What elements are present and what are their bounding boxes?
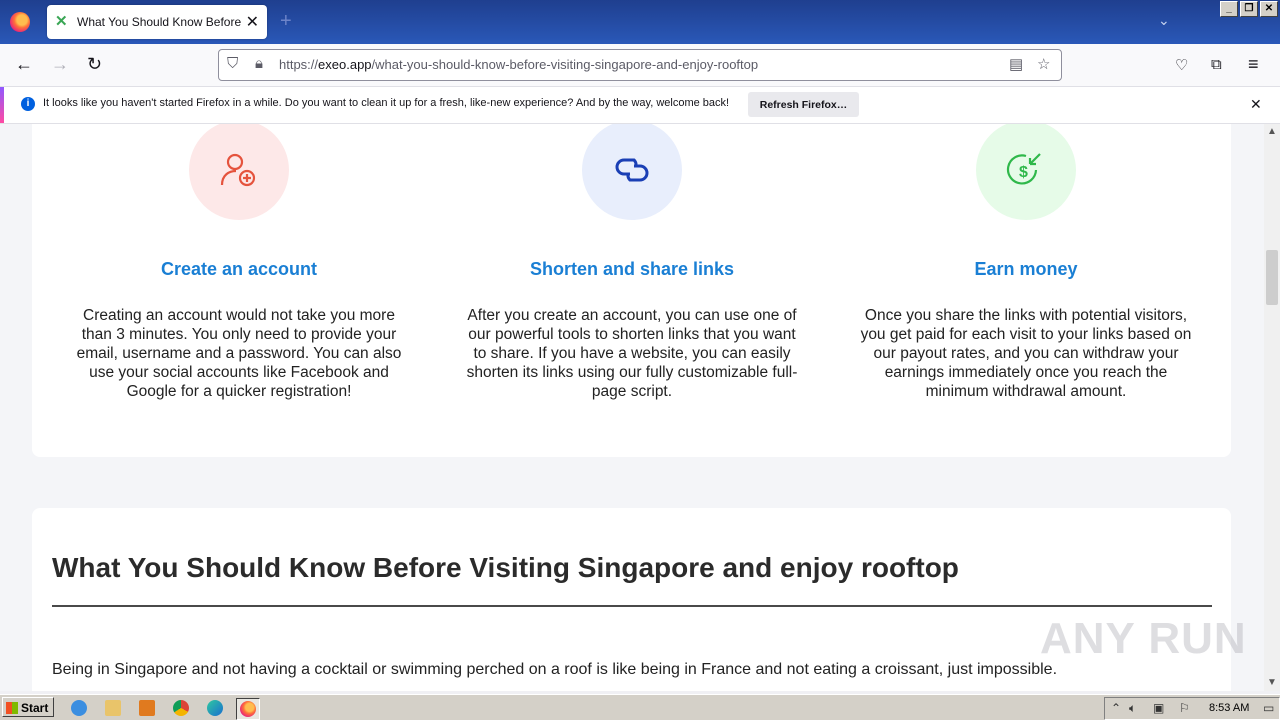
tab-close-icon[interactable]: ✕ bbox=[246, 12, 259, 32]
feature-title: Shorten and share links bbox=[529, 259, 735, 279]
menu-icon[interactable]: ≡ bbox=[1248, 54, 1259, 75]
add-user-icon bbox=[189, 124, 289, 220]
minimize-button[interactable]: _ bbox=[1220, 1, 1238, 17]
windows-logo-icon bbox=[6, 702, 18, 714]
tracking-shield-icon[interactable]: ⛉ bbox=[227, 55, 238, 72]
navigation-toolbar: ← → ↻ ⛉ 🔒︎ https://exeo.app/what-you-sho… bbox=[0, 44, 1280, 87]
list-all-tabs-icon[interactable]: ⌄ bbox=[1158, 12, 1170, 29]
network-icon[interactable]: ▣ bbox=[1153, 701, 1164, 715]
tab-title: What You Should Know Before Visiting Sin… bbox=[77, 15, 242, 29]
features-card: Create an account Creating an account wo… bbox=[32, 124, 1231, 457]
feature-title: Create an account bbox=[160, 259, 318, 279]
scroll-up-icon[interactable]: ▲ bbox=[1267, 126, 1277, 137]
scroll-down-icon[interactable]: ▼ bbox=[1267, 677, 1277, 688]
lock-icon[interactable]: 🔒︎ bbox=[255, 55, 263, 72]
extensions-icon[interactable]: ⧉ bbox=[1211, 56, 1222, 73]
title-divider bbox=[52, 605, 1212, 607]
taskbar-clock[interactable]: 8:53 AM bbox=[1209, 702, 1249, 714]
page-content: Create an account Creating an account wo… bbox=[0, 124, 1264, 691]
edge-taskbar-icon[interactable] bbox=[204, 698, 226, 718]
notification-close-icon[interactable]: ✕ bbox=[1250, 96, 1262, 113]
browser-tab-active[interactable]: ✕ What You Should Know Before Visiting S… bbox=[47, 5, 267, 39]
article-paragraph: Being in Singapore and not having a cock… bbox=[52, 661, 1058, 678]
link-icon bbox=[582, 124, 682, 220]
windows-taskbar: Start ⌃ 🔈︎ ▣ ⚐ 8:53 AM ▭ bbox=[0, 694, 1280, 720]
browser-titlebar: ✕ What You Should Know Before Visiting S… bbox=[0, 0, 1280, 44]
firefox-icon[interactable] bbox=[10, 12, 30, 32]
reader-view-icon[interactable]: ▤ bbox=[1009, 55, 1023, 73]
tray-expand-icon[interactable]: ⌃ bbox=[1111, 701, 1121, 715]
url-text[interactable]: https://exeo.app/what-you-should-know-be… bbox=[279, 57, 758, 72]
refresh-firefox-button[interactable]: Refresh Firefox… bbox=[748, 92, 859, 117]
back-icon[interactable]: ← bbox=[15, 54, 33, 75]
article-title: What You Should Know Before Visiting Sin… bbox=[52, 552, 959, 583]
media-player-taskbar-icon[interactable] bbox=[136, 698, 158, 718]
chrome-taskbar-icon[interactable] bbox=[170, 698, 192, 718]
anyrun-watermark-logo: ANY RUN bbox=[1040, 614, 1247, 663]
new-tab-icon[interactable]: + bbox=[280, 10, 292, 33]
page-scrollbar[interactable]: ▲ ▼ bbox=[1264, 124, 1280, 691]
bookmark-star-icon[interactable]: ☆ bbox=[1037, 55, 1050, 73]
explorer-taskbar-icon[interactable] bbox=[102, 698, 124, 718]
ie-taskbar-icon[interactable] bbox=[68, 698, 90, 718]
forward-icon[interactable]: → bbox=[51, 54, 69, 75]
feature-description: After you create an account, you can use… bbox=[466, 307, 798, 400]
window-controls: _ ❐ ✕ bbox=[1220, 1, 1278, 17]
dollar-in-icon: $ bbox=[976, 124, 1076, 220]
feature-description: Once you share the links with potential … bbox=[860, 307, 1192, 400]
notification-message: It looks like you haven't started Firefo… bbox=[43, 97, 730, 109]
feature-description: Creating an account would not take you m… bbox=[76, 307, 402, 400]
close-window-button[interactable]: ✕ bbox=[1260, 1, 1278, 17]
show-desktop-icon[interactable]: ▭ bbox=[1263, 701, 1274, 715]
svg-text:$: $ bbox=[1019, 164, 1028, 181]
firefox-taskbar-icon[interactable] bbox=[236, 698, 260, 720]
action-center-flag-icon[interactable]: ⚐ bbox=[1179, 701, 1190, 715]
notification-bar: i It looks like you haven't started Fire… bbox=[0, 87, 1280, 124]
volume-icon[interactable]: 🔈︎ bbox=[1129, 701, 1136, 716]
url-bar[interactable]: ⛉ 🔒︎ https://exeo.app/what-you-should-kn… bbox=[218, 49, 1062, 81]
site-favicon-icon: ✕ bbox=[55, 13, 68, 30]
reload-icon[interactable]: ↻ bbox=[87, 54, 102, 75]
restore-button[interactable]: ❐ bbox=[1240, 1, 1258, 17]
start-button[interactable]: Start bbox=[2, 697, 54, 717]
feature-title: Earn money bbox=[974, 259, 1078, 279]
info-icon: i bbox=[21, 97, 35, 111]
system-tray: ⌃ 🔈︎ ▣ ⚐ 8:53 AM ▭ bbox=[1104, 697, 1280, 720]
notification-accent bbox=[0, 87, 4, 123]
start-label: Start bbox=[21, 701, 49, 715]
scrollbar-thumb[interactable] bbox=[1266, 250, 1278, 305]
pocket-icon[interactable]: ♡ bbox=[1175, 56, 1188, 74]
